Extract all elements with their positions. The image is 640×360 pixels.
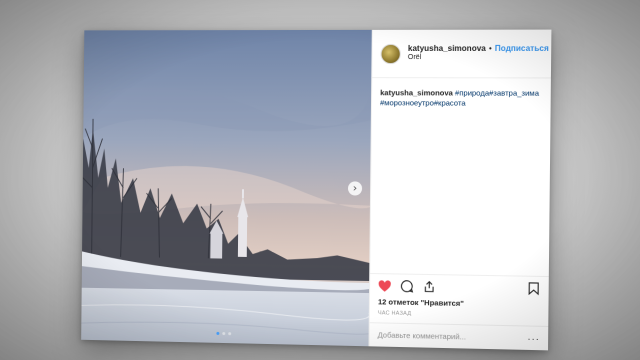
comment-icon[interactable] xyxy=(400,280,413,293)
comment-input[interactable] xyxy=(378,330,528,342)
next-slide-button[interactable]: › xyxy=(348,181,362,195)
separator-bullet: • xyxy=(489,44,492,54)
username-link[interactable]: katyusha_simonova xyxy=(408,44,486,54)
post-caption: katyusha_simonova #природа#завтра_зима#м… xyxy=(370,78,551,276)
action-bar xyxy=(370,273,549,300)
heart-icon[interactable] xyxy=(378,279,391,292)
comment-bar: ··· xyxy=(369,322,548,350)
avatar[interactable] xyxy=(380,43,400,63)
winter-landscape-image xyxy=(81,30,372,346)
carousel-dot xyxy=(222,332,225,335)
post-photo[interactable]: › xyxy=(81,30,372,346)
carousel-dot xyxy=(216,332,219,335)
location-link[interactable]: Orël xyxy=(408,54,543,63)
caption-username[interactable]: katyusha_simonova xyxy=(380,88,453,97)
share-icon[interactable] xyxy=(423,280,436,293)
bookmark-icon[interactable] xyxy=(527,282,541,295)
instagram-post-card: › katyusha_simonova • Подписаться Orël k… xyxy=(81,30,551,351)
follow-button[interactable]: Подписаться xyxy=(495,44,549,54)
more-options-icon[interactable]: ··· xyxy=(527,333,539,343)
post-header: katyusha_simonova • Подписаться Orël xyxy=(372,30,551,79)
post-sidebar: katyusha_simonova • Подписаться Orël kat… xyxy=(368,30,551,351)
carousel-dot xyxy=(228,332,231,335)
